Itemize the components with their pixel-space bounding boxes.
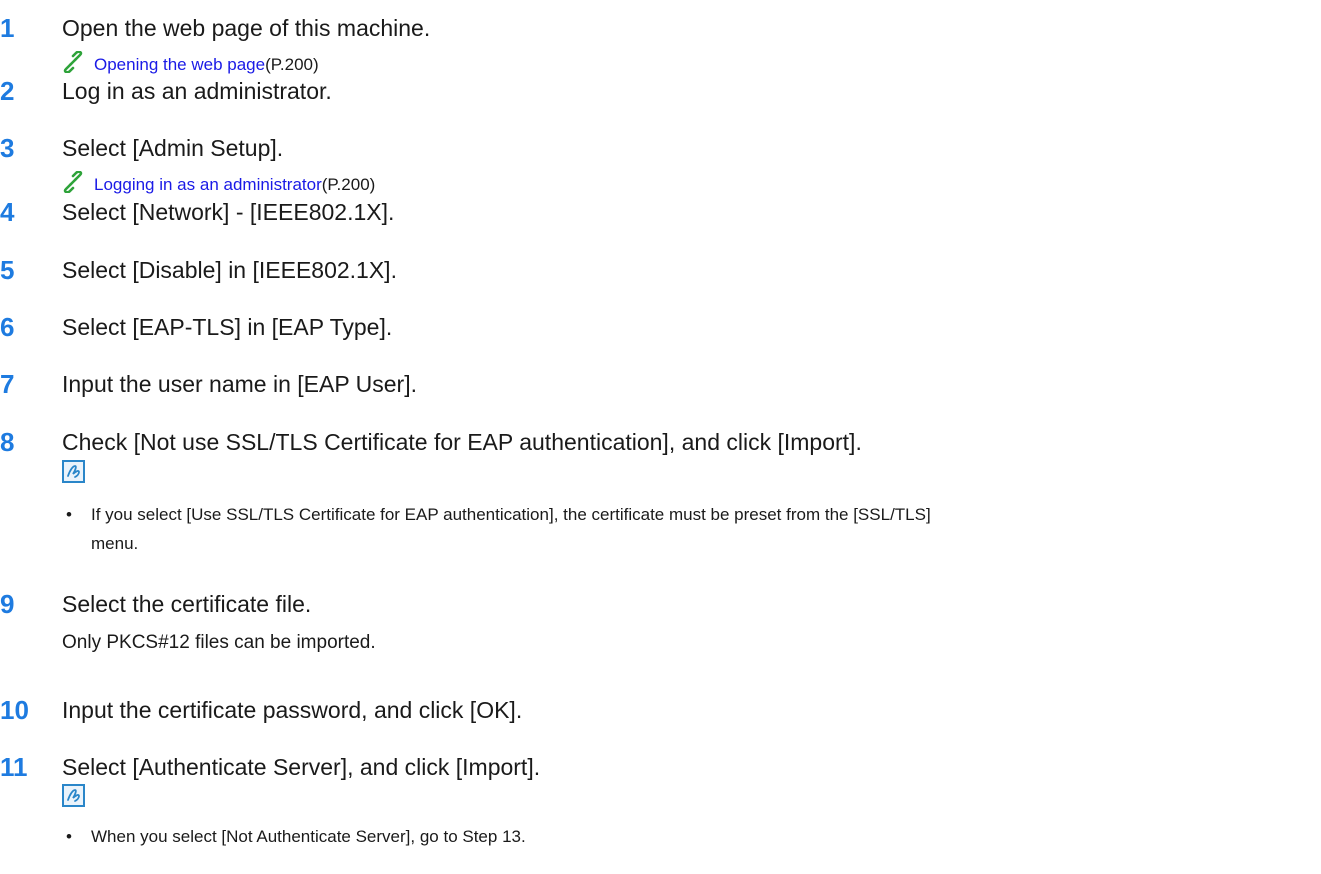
memo-text: menu. [91, 534, 139, 553]
page-reference: (P.200) [265, 55, 319, 74]
step-number: 5 [0, 255, 15, 285]
step-number: 9 [0, 589, 15, 619]
step-text: Select [Authenticate Server], and click … [62, 754, 541, 780]
bullet-icon: • [66, 827, 72, 846]
step-number: 8 [0, 427, 15, 457]
memo-pencil-icon [62, 460, 85, 483]
step-text: Select the certificate file. [62, 591, 312, 617]
step-text: Check [Not use SSL/TLS Certificate for E… [62, 429, 862, 455]
chain-link-icon [62, 50, 84, 79]
link-opening-web-page[interactable]: Opening the web page [94, 55, 265, 74]
step-subtext: Only PKCS#12 files can be imported. [62, 632, 376, 653]
step-number: 7 [0, 369, 15, 399]
step-text: Select [Network] - [IEEE802.1X]. [62, 199, 395, 225]
reference: Opening the web page(P.200) [62, 50, 319, 79]
step-number: 6 [0, 312, 15, 342]
reference: Logging in as an administrator(P.200) [62, 170, 376, 199]
chain-link-icon [62, 170, 84, 199]
step-text: Select [Admin Setup]. [62, 135, 284, 161]
link-logging-in-administrator[interactable]: Logging in as an administrator [94, 175, 322, 194]
step-text: Select [Disable] in [IEEE802.1X]. [62, 257, 397, 283]
manual-page: 1 Open the web page of this machine. Ope… [0, 0, 1321, 874]
memo-text: When you select [Not Authenticate Server… [91, 827, 526, 846]
page-reference: (P.200) [321, 175, 376, 194]
step-number: 11 [0, 752, 28, 782]
memo-text: If you select [Use SSL/TLS Certificate f… [91, 505, 931, 524]
step-number: 2 [0, 76, 15, 106]
step-text: Input the user name in [EAP User]. [62, 371, 417, 397]
step-text: Log in as an administrator. [62, 78, 332, 104]
step-number: 4 [0, 197, 15, 227]
step-text: Input the certificate password, and clic… [62, 697, 523, 723]
step-number: 10 [0, 695, 29, 725]
bullet-icon: • [66, 505, 72, 524]
step-text: Open the web page of this machine. [62, 15, 431, 41]
step-number: 3 [0, 133, 15, 163]
memo-pencil-icon [62, 784, 85, 807]
step-number: 1 [0, 13, 15, 43]
step-text: Select [EAP-TLS] in [EAP Type]. [62, 314, 393, 340]
